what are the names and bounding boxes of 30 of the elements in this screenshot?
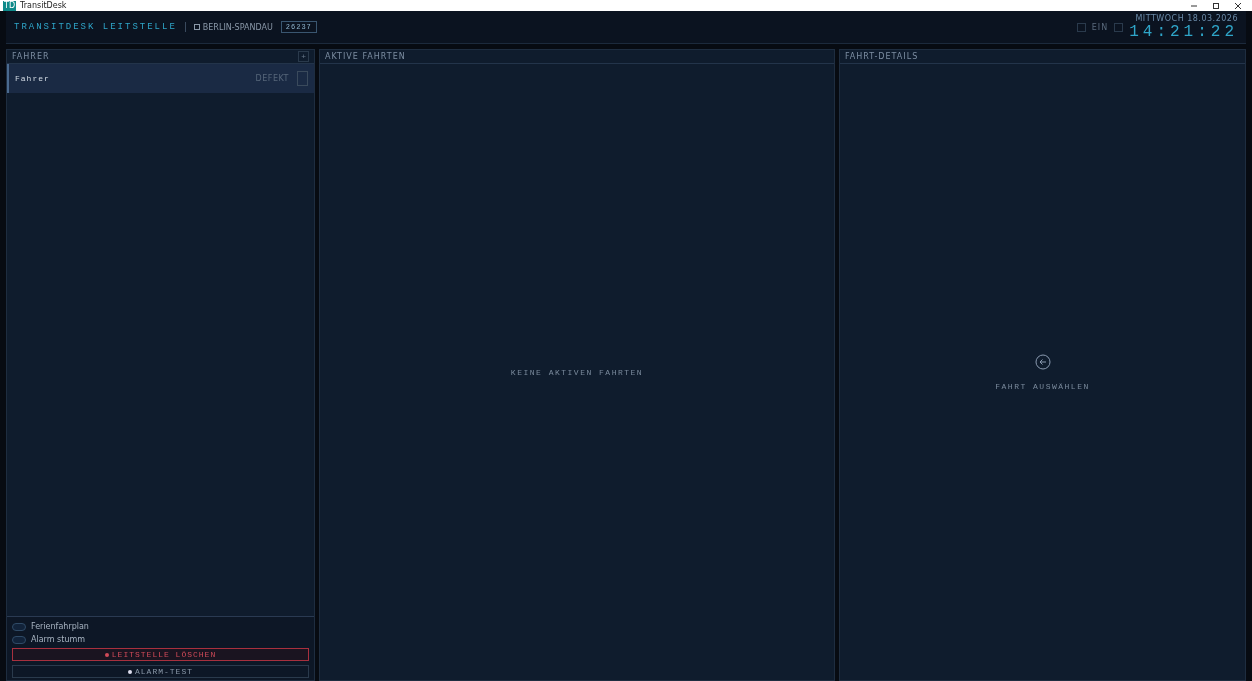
setting-label: Ferienfahrplan [31,622,89,631]
driver-row[interactable]: Fahrer DEFEKT [7,64,314,93]
minimize-icon[interactable] [1191,2,1197,9]
empty-message: KEINE AKTIVEN FAHRTEN [510,367,644,377]
clock-time: 14:21:22 [1129,22,1238,41]
toggle-switch[interactable] [12,635,26,644]
panel-title: FAHRT-DETAILS [845,52,919,61]
alarm-button[interactable]: ALARM-TEST [12,665,309,678]
panel-title: AKTIVE FAHRTEN [325,52,406,61]
location-label: BERLIN-SPANDAU [202,22,273,32]
date-label: MITTWOCH 18.03.2026 [1135,13,1238,23]
panel-title: FAHRER [12,52,50,61]
delete-button[interactable]: LEITSTELLE LÖSCHEN [12,648,309,661]
driver-name: Fahrer [15,74,50,83]
square-button[interactable] [1114,22,1124,32]
toggle-switch[interactable] [12,622,26,631]
row-button[interactable] [297,71,308,86]
add-button[interactable]: + [298,51,309,62]
app-icon: TD [3,0,17,11]
app-title: TRANSITDESK LEITSTELLE [14,22,177,32]
window-title: TransitDesk [20,1,67,10]
square-button[interactable] [1076,22,1086,32]
restore-icon[interactable] [1213,2,1219,9]
building-icon [193,24,200,30]
empty-message: FAHRT AUSWÄHLEN [995,381,1090,391]
driver-status: DEFEKT [255,74,289,83]
toggle-label: EIN [1091,22,1109,32]
arrow-left-icon [1034,353,1051,370]
close-icon[interactable] [1235,2,1241,9]
setting-label: Alarm stumm [31,635,86,644]
